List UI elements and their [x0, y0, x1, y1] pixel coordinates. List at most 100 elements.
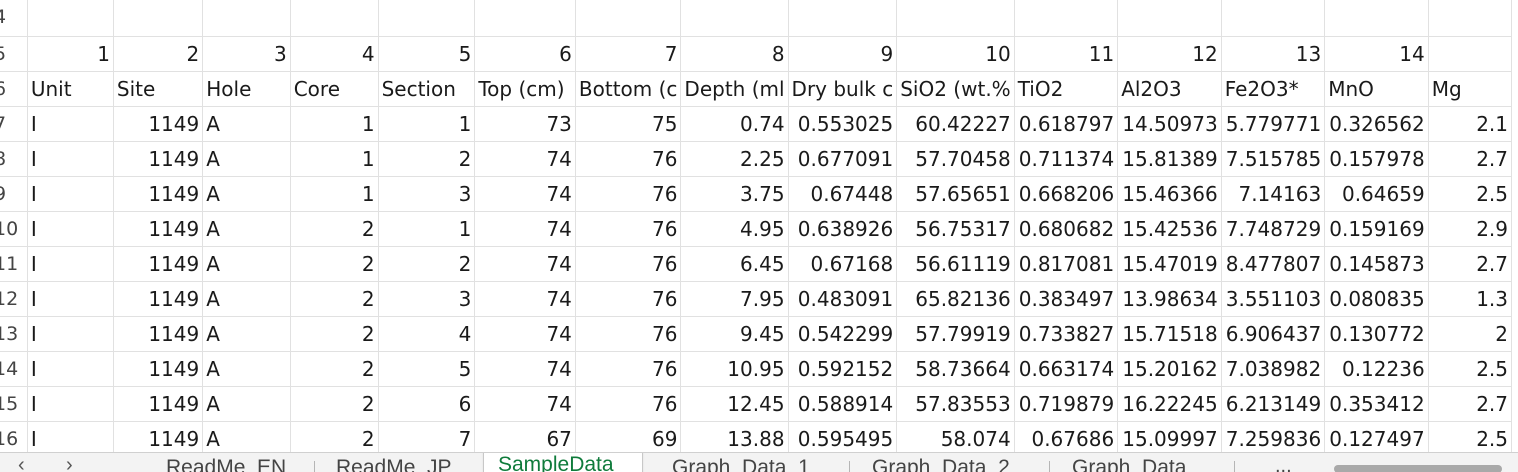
tab-readme-en[interactable]: ReadMe_EN [152, 453, 300, 472]
data-cell[interactable]: A [202, 316, 291, 352]
data-cell[interactable]: 0.553025 [788, 106, 898, 142]
data-cell[interactable]: 0.74 [680, 106, 789, 142]
data-cell[interactable]: 3.551103 [1221, 281, 1326, 317]
data-cell[interactable]: 15.20162 [1117, 351, 1222, 387]
column-header-cell[interactable]: Unit [27, 71, 114, 107]
data-cell[interactable]: 2 [290, 211, 379, 247]
data-cell[interactable]: A [202, 211, 291, 247]
data-cell[interactable]: 0.592152 [788, 351, 898, 387]
data-cell[interactable]: I [27, 211, 114, 247]
data-cell[interactable]: A [202, 246, 291, 282]
prev-sheet-icon[interactable]: ‹ [18, 454, 25, 472]
data-cell[interactable]: 2 [378, 141, 476, 177]
data-cell[interactable]: 0.638926 [788, 211, 898, 247]
data-cell[interactable]: 1149 [113, 176, 204, 212]
cell[interactable] [113, 0, 204, 37]
data-cell[interactable]: 0.157978 [1324, 141, 1429, 177]
column-number-cell[interactable]: 13 [1221, 36, 1326, 72]
data-cell[interactable]: 0.668206 [1014, 176, 1119, 212]
data-cell[interactable]: 57.65651 [896, 176, 1015, 212]
data-cell[interactable]: 2.9 [1428, 211, 1513, 247]
data-cell[interactable]: 0.711374 [1014, 141, 1119, 177]
data-cell[interactable]: 2.5 [1428, 176, 1513, 212]
data-cell[interactable]: A [202, 176, 291, 212]
tab-readme-jp[interactable]: ReadMe_JP [322, 453, 466, 472]
data-cell[interactable]: 1 [290, 176, 379, 212]
column-number-cell[interactable]: 6 [474, 36, 576, 72]
data-cell[interactable]: 1 [378, 106, 476, 142]
data-cell[interactable]: I [27, 246, 114, 282]
data-cell[interactable]: 1 [378, 211, 476, 247]
data-cell[interactable]: 12.45 [680, 386, 789, 422]
cell[interactable] [27, 0, 114, 37]
column-header-cell[interactable]: Hole [202, 71, 291, 107]
data-cell[interactable]: 73 [474, 106, 576, 142]
column-header-cell[interactable]: Fe2O3* [1221, 71, 1326, 107]
data-cell[interactable]: 1149 [113, 281, 204, 317]
data-cell[interactable]: 2 [378, 246, 476, 282]
data-cell[interactable]: 1 [290, 141, 379, 177]
column-header-cell[interactable]: Site [113, 71, 204, 107]
column-header-cell[interactable]: Depth (ml [680, 71, 789, 107]
data-cell[interactable]: 0.130772 [1324, 316, 1429, 352]
cell[interactable] [575, 0, 682, 37]
data-cell[interactable]: 75 [575, 106, 682, 142]
data-cell[interactable]: 0.353412 [1324, 386, 1429, 422]
cell[interactable] [1221, 0, 1326, 37]
data-cell[interactable]: 0.663174 [1014, 351, 1119, 387]
data-cell[interactable]: 1 [290, 106, 379, 142]
cell[interactable] [290, 0, 379, 37]
tab-sampledata[interactable]: SampleData [483, 453, 643, 472]
data-cell[interactable]: 1149 [113, 106, 204, 142]
data-cell[interactable]: 60.42227 [896, 106, 1015, 142]
data-cell[interactable]: 0.67168 [788, 246, 898, 282]
data-cell[interactable]: 74 [474, 246, 576, 282]
column-header-cell[interactable]: Mg [1428, 71, 1513, 107]
data-cell[interactable]: 0.67686 [1014, 421, 1119, 452]
row-header[interactable]: 5 [0, 36, 28, 72]
next-sheet-icon[interactable]: › [66, 454, 73, 472]
row-header[interactable]: 16 [0, 421, 28, 452]
column-number-cell[interactable]: 5 [378, 36, 476, 72]
data-cell[interactable]: 0.719879 [1014, 386, 1119, 422]
column-number-cell[interactable]: 12 [1117, 36, 1222, 72]
data-cell[interactable]: 2 [1428, 316, 1513, 352]
data-cell[interactable]: 5 [378, 351, 476, 387]
cell[interactable] [1014, 0, 1119, 37]
data-cell[interactable]: I [27, 106, 114, 142]
data-cell[interactable]: 2 [290, 316, 379, 352]
data-cell[interactable]: 7.748729 [1221, 211, 1326, 247]
data-cell[interactable]: 0.618797 [1014, 106, 1119, 142]
data-cell[interactable]: A [202, 141, 291, 177]
column-header-cell[interactable]: SiO2 (wt.% [896, 71, 1015, 107]
data-cell[interactable]: 3 [378, 281, 476, 317]
data-cell[interactable]: I [27, 141, 114, 177]
cell[interactable] [680, 0, 789, 37]
data-cell[interactable]: 9.45 [680, 316, 789, 352]
data-cell[interactable]: 0.383497 [1014, 281, 1119, 317]
data-cell[interactable]: 2.5 [1428, 351, 1513, 387]
data-cell[interactable]: 74 [474, 176, 576, 212]
column-header-cell[interactable]: Al2O3 [1117, 71, 1222, 107]
data-cell[interactable]: 0.12236 [1324, 351, 1429, 387]
data-cell[interactable]: 1149 [113, 351, 204, 387]
tab-graph-data-1[interactable]: Graph_Data_1 [658, 453, 824, 472]
data-cell[interactable]: 2 [290, 421, 379, 452]
data-cell[interactable]: 6 [378, 386, 476, 422]
data-cell[interactable]: 4 [378, 316, 476, 352]
data-cell[interactable]: 74 [474, 281, 576, 317]
column-number-cell[interactable]: 11 [1014, 36, 1119, 72]
data-cell[interactable]: 2.1 [1428, 106, 1513, 142]
row-header[interactable]: 6 [0, 71, 28, 107]
data-cell[interactable]: 15.81389 [1117, 141, 1222, 177]
more-tabs-icon[interactable]: ... [1275, 455, 1292, 472]
data-cell[interactable]: 74 [474, 351, 576, 387]
row-header[interactable]: 13 [0, 316, 28, 352]
data-cell[interactable]: 16.22245 [1117, 386, 1222, 422]
cell[interactable] [202, 0, 291, 37]
data-cell[interactable]: 15.47019 [1117, 246, 1222, 282]
data-cell[interactable]: 0.080835 [1324, 281, 1429, 317]
data-cell[interactable]: 1149 [113, 141, 204, 177]
data-cell[interactable]: 65.82136 [896, 281, 1015, 317]
data-cell[interactable]: 76 [575, 281, 682, 317]
